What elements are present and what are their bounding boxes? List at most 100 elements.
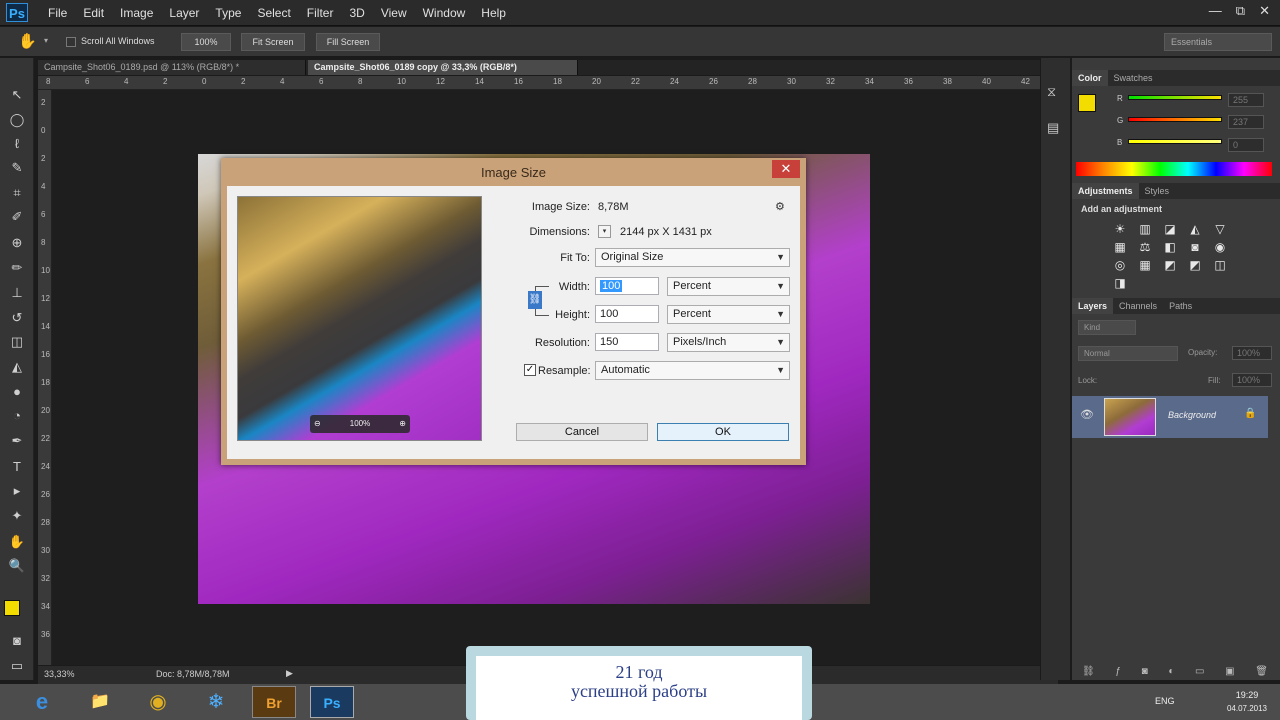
- minimize-button[interactable]: —: [1209, 3, 1222, 19]
- image-preview[interactable]: [237, 196, 482, 441]
- crop-tool-icon[interactable]: ⌗: [4, 182, 30, 204]
- zoom-level[interactable]: 33,33%: [44, 669, 75, 679]
- resample-select[interactable]: Automatic ▼: [595, 361, 790, 380]
- visibility-eye-icon[interactable]: 👁: [1080, 408, 1094, 421]
- fit-to-select[interactable]: Original Size ▼: [595, 248, 790, 267]
- blend-mode-select[interactable]: Normal: [1078, 346, 1178, 361]
- tab-adjustments[interactable]: Adjustments: [1072, 183, 1139, 199]
- tab-styles[interactable]: Styles: [1139, 183, 1176, 199]
- ok-button[interactable]: OK: [657, 423, 789, 441]
- adjustment-layer-icon[interactable]: ◐: [1168, 666, 1174, 677]
- move-tool-icon[interactable]: ↖: [4, 84, 30, 106]
- layer-name[interactable]: Background: [1168, 410, 1216, 420]
- dimensions-dropdown-icon[interactable]: ▾: [598, 225, 611, 238]
- zoom-out-icon[interactable]: ⊖: [314, 415, 321, 433]
- menu-3d[interactable]: 3D: [341, 0, 372, 26]
- brush-tool-icon[interactable]: ✏: [4, 257, 30, 279]
- color-lookup-icon[interactable]: ◎: [1112, 258, 1128, 272]
- stamp-tool-icon[interactable]: ⊥: [4, 282, 30, 304]
- red-value[interactable]: 255: [1228, 93, 1264, 107]
- marquee-tool-icon[interactable]: ◯: [4, 109, 30, 131]
- selective-color-icon[interactable]: ◨: [1112, 276, 1128, 290]
- doc-tab-psd[interactable]: Campsite_Shot06_0189.psd @ 113% (RGB/8*)…: [38, 60, 306, 75]
- new-layer-icon[interactable]: ▣: [1225, 666, 1234, 677]
- doc-tab-copy[interactable]: Campsite_Shot06_0189 copy @ 33,3% (RGB/8…: [308, 60, 578, 75]
- lasso-tool-icon[interactable]: ℓ: [4, 133, 30, 155]
- bridge-icon[interactable]: Br: [252, 686, 296, 718]
- tab-channels[interactable]: Channels: [1113, 298, 1163, 314]
- fill-screen-button[interactable]: Fill Screen: [316, 33, 380, 51]
- shape-tool-icon[interactable]: ✦: [4, 505, 30, 527]
- tab-swatches[interactable]: Swatches: [1108, 70, 1159, 86]
- language-indicator[interactable]: ENG: [1155, 696, 1175, 706]
- hand-tool-icon[interactable]: ✋: [4, 531, 30, 553]
- blue-slider[interactable]: [1128, 139, 1222, 144]
- menu-edit[interactable]: Edit: [75, 0, 112, 26]
- layer-filter-select[interactable]: Kind: [1078, 320, 1136, 335]
- resolution-input[interactable]: 150: [595, 333, 659, 351]
- photo-filter-icon[interactable]: ◙: [1187, 240, 1203, 254]
- menu-view[interactable]: View: [373, 0, 415, 26]
- snowflake-app-icon[interactable]: ❄: [194, 686, 238, 718]
- paint-bucket-icon[interactable]: ◭: [4, 356, 30, 378]
- cancel-button[interactable]: Cancel: [516, 423, 648, 441]
- channel-mixer-icon[interactable]: ◉: [1212, 240, 1228, 254]
- foreground-color-swatch[interactable]: [4, 600, 20, 616]
- threshold-icon[interactable]: ◩: [1187, 258, 1203, 272]
- posterize-icon[interactable]: ◩: [1162, 258, 1178, 272]
- vibrance-icon[interactable]: ▽: [1212, 222, 1228, 236]
- status-menu-arrow-icon[interactable]: ▶: [286, 668, 293, 679]
- resolution-unit-select[interactable]: Pixels/Inch ▼: [667, 333, 790, 352]
- quick-select-tool-icon[interactable]: ✎: [4, 157, 30, 179]
- tool-preset-chevron-icon[interactable]: ▾: [44, 36, 48, 45]
- black-white-icon[interactable]: ◧: [1162, 240, 1178, 254]
- scroll-all-checkbox[interactable]: [66, 37, 76, 47]
- menu-window[interactable]: Window: [415, 0, 474, 26]
- opacity-input[interactable]: 100%: [1232, 346, 1272, 360]
- menu-type[interactable]: Type: [207, 0, 249, 26]
- blur-tool-icon[interactable]: ●: [4, 381, 30, 403]
- dialog-close-button[interactable]: ✕: [772, 160, 800, 178]
- settings-gear-icon[interactable]: ⚙: [775, 200, 785, 213]
- tab-paths[interactable]: Paths: [1163, 298, 1198, 314]
- zoom-in-icon[interactable]: ⊕: [399, 415, 406, 433]
- link-layers-icon[interactable]: ⛓: [1082, 666, 1095, 677]
- quick-mask-icon[interactable]: ◙: [4, 630, 30, 652]
- zoom-tool-icon[interactable]: 🔍: [4, 555, 30, 577]
- hue-saturation-icon[interactable]: ▦: [1112, 240, 1128, 254]
- screen-mode-icon[interactable]: ▭: [4, 655, 30, 677]
- actual-pixels-button[interactable]: 100%: [181, 33, 231, 51]
- menu-layer[interactable]: Layer: [161, 0, 207, 26]
- menu-file[interactable]: File: [40, 0, 75, 26]
- menu-help[interactable]: Help: [473, 0, 514, 26]
- close-window-button[interactable]: ✕: [1259, 3, 1270, 19]
- history-brush-icon[interactable]: ↺: [4, 307, 30, 329]
- levels-icon[interactable]: ▥: [1137, 222, 1153, 236]
- menu-select[interactable]: Select: [249, 0, 298, 26]
- path-select-icon[interactable]: ▸: [4, 480, 30, 502]
- chrome-icon[interactable]: ◉: [136, 686, 180, 718]
- restore-button[interactable]: ⧉: [1236, 3, 1245, 19]
- width-unit-select[interactable]: Percent ▼: [667, 277, 790, 296]
- height-unit-select[interactable]: Percent ▼: [667, 305, 790, 324]
- brightness-icon[interactable]: ☀: [1112, 222, 1128, 236]
- menu-filter[interactable]: Filter: [299, 0, 342, 26]
- resample-checkbox[interactable]: ✓: [524, 364, 536, 376]
- invert-icon[interactable]: ▦: [1137, 258, 1153, 272]
- eraser-tool-icon[interactable]: ◫: [4, 331, 30, 353]
- blue-value[interactable]: 0: [1228, 138, 1264, 152]
- dodge-tool-icon[interactable]: ◔: [4, 405, 30, 427]
- fill-input[interactable]: 100%: [1232, 373, 1272, 387]
- delete-layer-icon[interactable]: 🗑: [1255, 666, 1268, 677]
- photoshop-taskbar-icon[interactable]: Ps: [310, 686, 354, 718]
- color-balance-icon[interactable]: ⚖: [1137, 240, 1153, 254]
- color-spectrum[interactable]: [1076, 162, 1272, 176]
- internet-explorer-icon[interactable]: e: [20, 686, 64, 718]
- type-tool-icon[interactable]: T: [4, 456, 30, 478]
- fit-screen-button[interactable]: Fit Screen: [241, 33, 305, 51]
- pen-tool-icon[interactable]: ✒: [4, 430, 30, 452]
- gradient-map-icon[interactable]: ◫: [1212, 258, 1228, 272]
- layer-style-icon[interactable]: ƒ: [1115, 666, 1121, 677]
- green-slider[interactable]: [1128, 117, 1222, 122]
- properties-panel-icon[interactable]: ▤: [1047, 120, 1059, 136]
